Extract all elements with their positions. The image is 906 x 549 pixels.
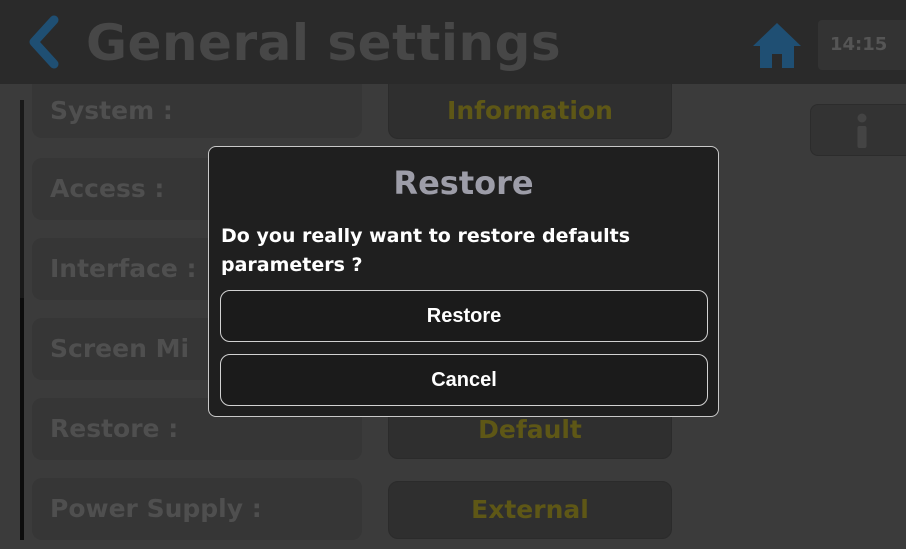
home-icon[interactable] [750,20,804,70]
cancel-button[interactable]: Cancel [220,354,708,406]
system-value: Information [447,96,613,125]
dialog-message: Do you really want to restore defaults p… [221,225,631,276]
setting-row-system: System : [32,84,362,138]
setting-label-access: Access : [50,174,165,203]
info-button[interactable] [810,104,906,156]
power-supply-external-button[interactable]: External [388,481,672,539]
setting-row-power-supply: Power Supply : [32,478,362,540]
header-bar: General settings 14:15 [0,0,906,84]
setting-label-restore: Restore : [50,414,179,443]
info-icon [857,113,867,148]
setting-label-power-supply: Power Supply : [50,494,262,523]
restore-dialog: Restore Do you really want to restore de… [208,146,719,417]
system-information-button[interactable]: Information [388,84,672,139]
scrollbar-thumb[interactable] [20,298,24,540]
chevron-left-icon[interactable] [26,14,60,70]
dialog-title: Restore [393,164,534,202]
clock: 14:15 [818,20,906,70]
restore-confirm-button[interactable]: Restore [220,290,708,342]
setting-label-system: System : [50,96,173,125]
setting-label-screen: Screen Mi [50,334,190,363]
setting-label-interface: Interface : [50,254,197,283]
power-supply-value: External [471,495,589,524]
page-title: General settings [86,14,562,72]
screen: General settings 14:15 System : Informat… [0,0,906,549]
